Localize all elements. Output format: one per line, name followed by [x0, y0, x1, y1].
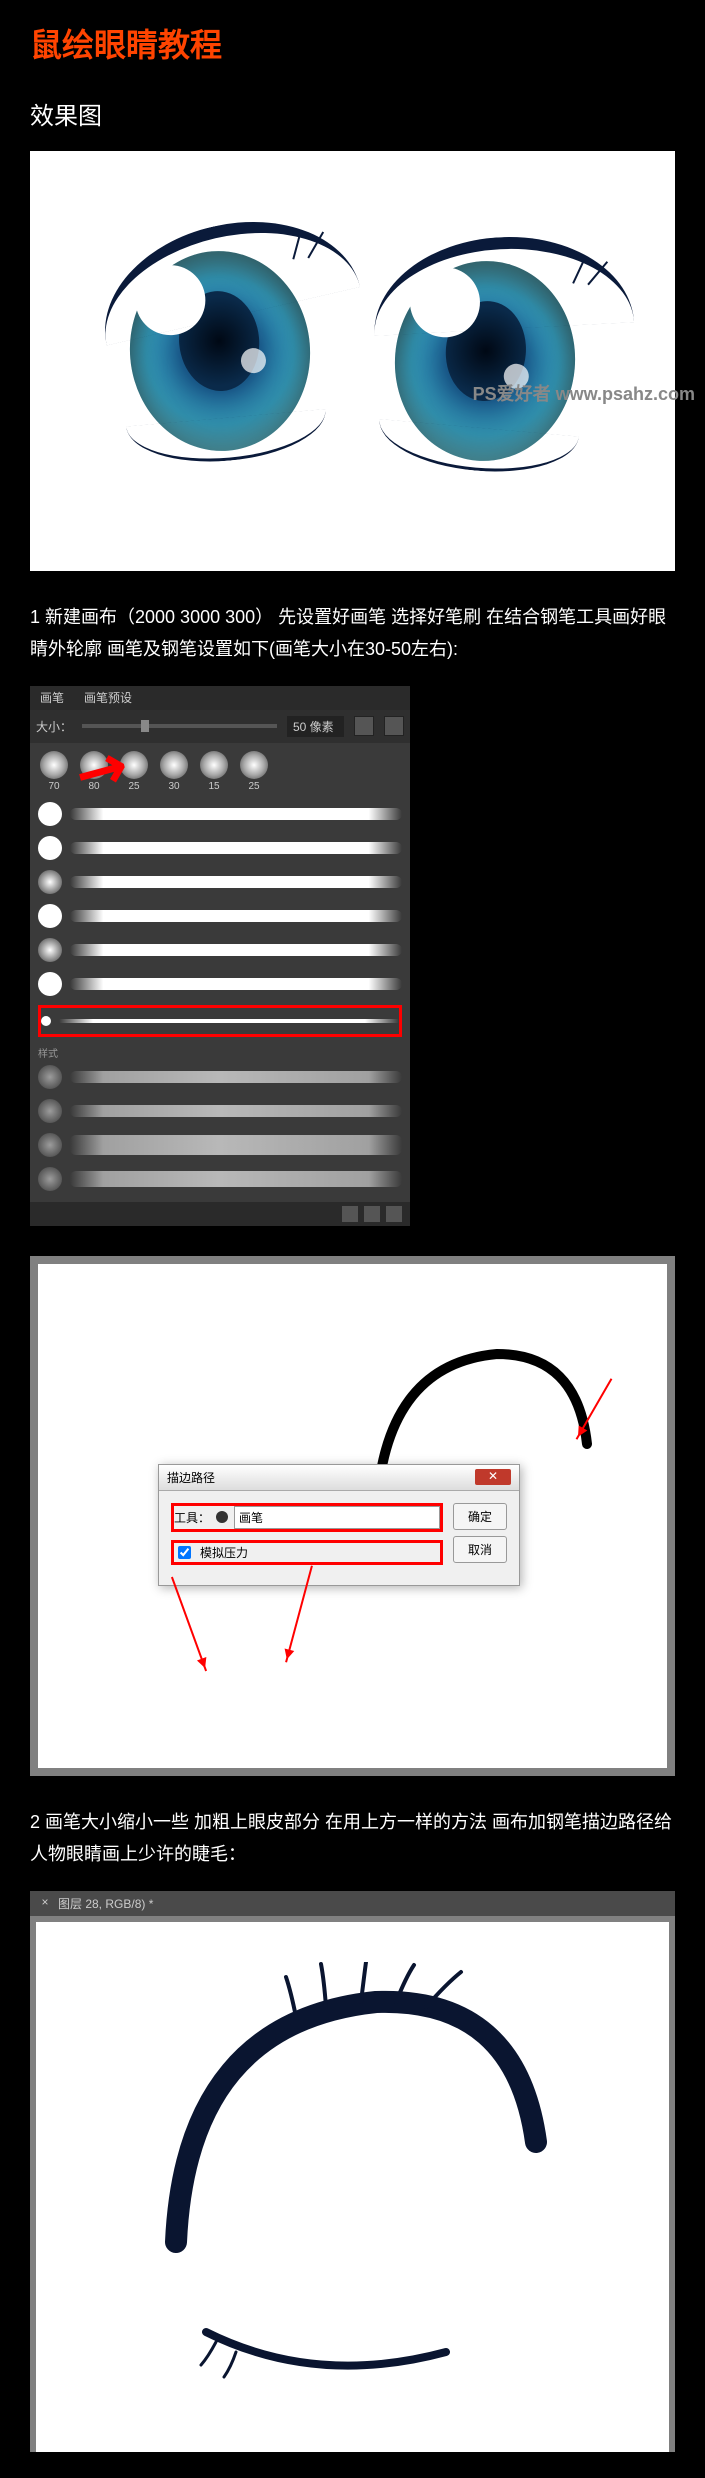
document-tab-title[interactable]: 图层 28, RGB/8) * — [58, 1895, 153, 1912]
stroke-preview-list: 样式 — [30, 801, 410, 1192]
hero-result-image — [30, 151, 675, 571]
stroke-row[interactable] — [38, 801, 402, 827]
stroke-row[interactable] — [38, 937, 402, 963]
ok-button[interactable]: 确定 — [453, 1503, 507, 1530]
trash-icon[interactable] — [386, 1206, 402, 1222]
stroke-row[interactable] — [38, 971, 402, 997]
stroke-row[interactable] — [38, 1166, 402, 1192]
section-subtitle: 效果图 — [30, 96, 675, 131]
brush-icon — [216, 1511, 228, 1523]
canvas-step1: 描边路径 ✕ 工具： 画笔 模拟压力 确定 取消 — [30, 1256, 675, 1776]
size-slider[interactable] — [82, 724, 277, 728]
tab-brush[interactable]: 画笔 — [40, 689, 64, 706]
annotation-arrow — [171, 1576, 207, 1671]
stroke-row[interactable] — [38, 903, 402, 929]
canvas-step2: × 图层 28, RGB/8) * — [30, 1891, 675, 2452]
close-icon[interactable]: ✕ — [475, 1469, 511, 1485]
watermark: PS爱好者 www.psahz.com — [473, 380, 695, 406]
panel-option-icon[interactable] — [342, 1206, 358, 1222]
eye-left — [90, 221, 350, 481]
step1-text: 1 新建画布（2000 3000 300） 先设置好画笔 选择好笔刷 在结合钢笔… — [30, 601, 675, 666]
group-label: 样式 — [38, 1045, 402, 1060]
close-icon[interactable]: × — [38, 1896, 52, 1910]
simulate-pressure-label: 模拟压力 — [200, 1544, 248, 1561]
eye-right — [355, 231, 615, 491]
stroke-row[interactable] — [38, 835, 402, 861]
cancel-button[interactable]: 取消 — [453, 1536, 507, 1563]
stroke-row-selected[interactable] — [38, 1005, 402, 1037]
stroke-row[interactable] — [38, 1132, 402, 1158]
dialog-title: 描边路径 — [167, 1469, 215, 1486]
step2-text: 2 画笔大小缩小一些 加粗上眼皮部分 在用上方一样的方法 画布加钢笔描边路径给人… — [30, 1806, 675, 1871]
brush-preset[interactable]: 15 — [198, 751, 230, 793]
panel-footer — [30, 1202, 410, 1226]
stroke-row[interactable] — [38, 1098, 402, 1124]
brush-preset[interactable]: 30 — [158, 751, 190, 793]
size-value[interactable]: 50 像素 — [287, 716, 344, 737]
new-brush-icon[interactable] — [364, 1206, 380, 1222]
brush-panel: 画笔 画笔预设 大小： 50 像素 70 80 25 30 15 25 样式 — [30, 686, 410, 1226]
page-title: 鼠绘眼睛教程 — [30, 20, 675, 66]
simulate-pressure-checkbox[interactable] — [178, 1546, 191, 1559]
flip-y-icon[interactable] — [384, 716, 404, 736]
brush-preset[interactable]: 25 — [238, 751, 270, 793]
stroke-row[interactable] — [38, 869, 402, 895]
tool-label: 工具： — [174, 1509, 210, 1526]
eye-lash-drawing — [116, 1962, 596, 2402]
tab-brush-preset[interactable]: 画笔预设 — [84, 689, 132, 706]
tool-select[interactable]: 画笔 — [234, 1506, 440, 1529]
size-label: 大小： — [36, 718, 72, 735]
stroke-path-dialog: 描边路径 ✕ 工具： 画笔 模拟压力 确定 取消 — [158, 1464, 520, 1586]
stroke-row[interactable] — [38, 1064, 402, 1090]
flip-x-icon[interactable] — [354, 716, 374, 736]
